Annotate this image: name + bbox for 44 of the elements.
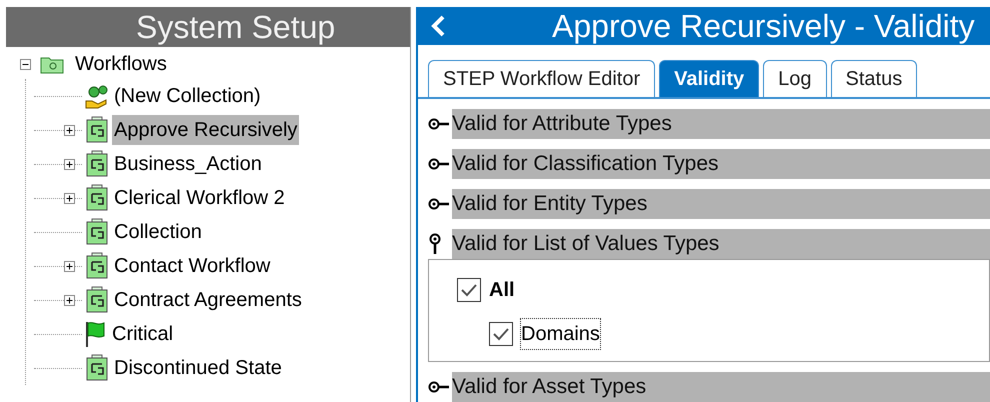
panel-title: Approve Recursively - Validity [552,7,975,46]
tab[interactable]: Status [830,60,918,97]
tree-item[interactable]: (New Collection) [112,81,263,111]
pin-right-icon[interactable] [428,117,450,131]
section-header[interactable]: Valid for Classification Types [452,149,990,179]
pin-right-icon[interactable] [428,380,450,394]
gears-hand-icon [84,83,110,109]
workflow-icon [84,150,110,178]
tab[interactable]: Log [763,60,827,97]
checkbox-label[interactable]: All [489,275,515,305]
pin-right-icon[interactable] [428,157,450,171]
tree-item[interactable]: Workflows [73,49,169,79]
expand-icon[interactable] [64,124,75,136]
workflow-icon [84,354,110,382]
workflow-icon [84,218,110,246]
workflow-icon [84,184,110,212]
collapse-icon[interactable] [20,58,31,70]
section-header[interactable]: Valid for Attribute Types [452,109,990,139]
tree-item[interactable]: Contact Workflow [112,251,272,281]
expand-icon[interactable] [64,158,75,170]
panel-title: System Setup [6,7,410,47]
section-header[interactable]: Valid for List of Values Types [452,229,990,259]
section-header[interactable]: Valid for Entity Types [452,189,990,219]
pin-right-icon[interactable] [428,197,450,211]
expand-icon[interactable] [64,192,75,204]
checkbox[interactable] [457,278,481,302]
tree-item[interactable]: Approve Recursively [112,115,300,145]
checkbox-label[interactable]: Domains [521,319,600,349]
tree-item[interactable]: Clerical Workflow 2 [112,183,287,213]
tree-item[interactable]: Critical [110,319,176,349]
tab[interactable]: Validity [659,60,760,97]
expand-icon[interactable] [64,260,75,272]
tab[interactable]: STEP Workflow Editor [428,60,656,97]
tree-item[interactable]: Contract Agreements [112,285,304,315]
tree-item[interactable]: Business_Action [112,149,264,179]
workflow-icon [84,252,110,280]
workflow-icon [84,116,110,144]
section-header[interactable]: Valid for Asset Types [452,372,990,402]
workflow-icon [84,286,110,314]
checkbox[interactable] [489,322,513,346]
tree-item[interactable]: Discontinued State [112,353,284,383]
pin-down-icon[interactable] [428,233,442,255]
tree-item[interactable]: Collection [112,217,204,247]
expand-icon[interactable] [64,294,75,306]
